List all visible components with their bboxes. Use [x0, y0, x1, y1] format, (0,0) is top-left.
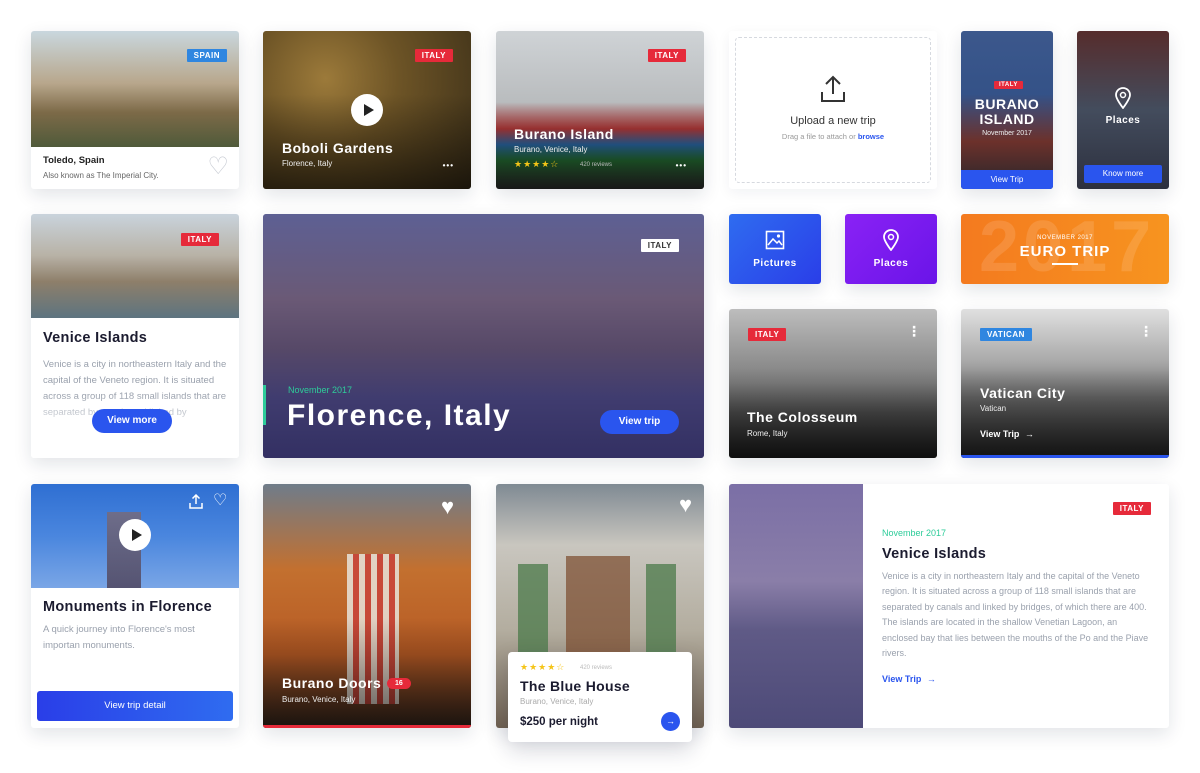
country-tag: VATICAN: [980, 328, 1032, 341]
view-trip-link[interactable]: View Trip →: [882, 674, 936, 684]
places-label: Places: [1105, 115, 1141, 126]
map-pin-icon: [883, 229, 899, 251]
price: $250 per night: [520, 716, 598, 728]
rating-stars: ★★★★☆: [514, 159, 560, 169]
country-tag: ITALY: [640, 239, 679, 252]
card-title-line1: BURANO: [974, 96, 1040, 112]
blue-house-info-panel[interactable]: ★★★★☆ 420 reviews The Blue House Burano,…: [508, 652, 692, 742]
view-more-button[interactable]: View more: [92, 409, 172, 433]
card-burano-doors[interactable]: ♥ Burano Doors 16 Burano, Venice, Italy: [263, 484, 471, 728]
arrow-right-icon: →: [926, 674, 936, 684]
card-description: Venice is a city in northeastern Italy a…: [882, 571, 1149, 659]
card-subtitle: Burano, Venice, Italy: [514, 145, 588, 154]
card-date: November 2017: [288, 385, 353, 395]
card-boboli-gardens[interactable]: ITALY Boboli Gardens Florence, Italy •••: [263, 31, 471, 189]
card-colosseum[interactable]: ITALY ⋮ The Colosseum Rome, Italy: [729, 309, 937, 458]
heart-icon[interactable]: ♡: [207, 152, 229, 181]
heart-icon[interactable]: ♥: [679, 492, 692, 518]
card-subtitle: Vatican: [980, 404, 1007, 413]
venice-wide-photo: [729, 484, 863, 728]
card-subtitle: Florence, Italy: [282, 159, 333, 168]
card-vatican-city[interactable]: VATICAN ⋮ Vatican City Vatican View Trip…: [961, 309, 1169, 458]
country-tag: SPAIN: [186, 49, 227, 62]
card-title: The Colosseum: [747, 409, 858, 425]
card-burano-island[interactable]: ITALY Burano Island Burano, Venice, Ital…: [496, 31, 704, 189]
card-title: Boboli Gardens: [282, 140, 394, 156]
upload-icon: [821, 75, 845, 102]
card-monuments[interactable]: ♡ Monuments in Florence A quick journey …: [31, 484, 239, 728]
country-tag: ITALY: [647, 49, 686, 62]
dropzone[interactable]: [735, 37, 931, 183]
venice-photo: [31, 214, 239, 318]
accent-bar: [263, 385, 266, 425]
arrow-button[interactable]: →: [661, 712, 680, 731]
play-icon[interactable]: [119, 519, 151, 551]
card-title: The Blue House: [520, 678, 630, 694]
card-title: Venice Islands: [43, 330, 148, 346]
count-badge: 16: [387, 678, 411, 689]
card-title: Vatican City: [980, 385, 1066, 401]
view-trip-button[interactable]: View Trip: [961, 170, 1053, 189]
heart-icon[interactable]: ♡: [213, 490, 227, 510]
card-subtitle: Burano, Venice, Italy: [520, 697, 594, 706]
upload-title: Upload a new trip: [790, 115, 876, 127]
more-icon[interactable]: •••: [443, 161, 454, 170]
card-description: A quick journey into Florence's most imp…: [43, 624, 195, 651]
share-icon[interactable]: [189, 494, 203, 509]
card-burano-small[interactable]: ITALY BURANO ISLAND November 2017 View T…: [961, 31, 1053, 189]
map-pin-icon: [1115, 87, 1131, 109]
card-euro-trip[interactable]: 2017 NOVEMBER 2017 EURO TRIP: [961, 214, 1169, 284]
tile-pictures[interactable]: Pictures: [729, 214, 821, 284]
card-date: November 2017: [982, 130, 1032, 137]
view-trip-link[interactable]: View Trip →: [980, 429, 1034, 439]
card-subtitle: Burano, Venice, Italy: [282, 695, 356, 704]
card-places-small[interactable]: Places Know more: [1077, 31, 1169, 189]
card-title: Burano Island: [514, 126, 614, 142]
review-count: 420 reviews: [580, 665, 613, 671]
card-subtitle: Rome, Italy: [747, 429, 788, 438]
country-tag: ITALY: [414, 49, 453, 62]
tile-places[interactable]: Places: [845, 214, 937, 284]
card-title: Venice Islands: [882, 546, 987, 562]
rating-stars: ★★★★☆: [520, 662, 566, 672]
heart-icon[interactable]: ♥: [441, 494, 454, 520]
card-subtitle: Also known as The Imperial City.: [43, 171, 159, 180]
view-trip-button[interactable]: View trip: [600, 410, 679, 434]
review-count: 420 reviews: [580, 162, 613, 168]
tile-label: Pictures: [753, 258, 797, 269]
know-more-button[interactable]: Know more: [1084, 165, 1162, 183]
more-vertical-icon[interactable]: ⋮: [907, 323, 922, 340]
progress-bar: [961, 455, 1169, 458]
card-title: Burano Doors: [282, 675, 382, 691]
card-date: NOVEMBER 2017: [1037, 235, 1093, 241]
card-date: November 2017: [882, 528, 947, 538]
more-vertical-icon[interactable]: ⋮: [1139, 323, 1154, 340]
view-trip-detail-button[interactable]: View trip detail: [37, 691, 233, 721]
card-title: EURO TRIP: [1019, 243, 1111, 260]
card-title: Monuments in Florence: [43, 599, 213, 615]
card-upload[interactable]: Upload a new trip Drag a file to attach …: [729, 31, 937, 189]
country-tag: ITALY: [994, 81, 1023, 89]
card-title-line2: ISLAND: [979, 111, 1035, 127]
play-icon[interactable]: [351, 94, 383, 126]
card-venice-islands[interactable]: ITALY Venice Islands Venice is a city in…: [31, 214, 239, 458]
arrow-right-icon: →: [1024, 429, 1034, 439]
picture-icon: [765, 230, 785, 250]
upload-hint: Drag a file to attach or browse: [781, 132, 885, 141]
more-icon[interactable]: •••: [676, 161, 687, 170]
browse-link[interactable]: browse: [858, 132, 884, 141]
card-florence[interactable]: ITALY November 2017 Florence, Italy View…: [263, 214, 704, 458]
country-tag: ITALY: [180, 233, 219, 246]
country-tag: ITALY: [748, 328, 787, 341]
card-venice-islands-wide[interactable]: ITALY November 2017 Venice Islands Venic…: [729, 484, 1169, 728]
tile-label: Places: [873, 258, 909, 269]
card-title: Florence, Italy: [287, 399, 512, 432]
accent-bottom-bar: [263, 725, 471, 728]
card-toledo[interactable]: SPAIN Toledo, Spain Also known as The Im…: [31, 31, 239, 189]
card-title: Toledo, Spain: [43, 155, 105, 166]
country-tag: ITALY: [1112, 502, 1151, 515]
